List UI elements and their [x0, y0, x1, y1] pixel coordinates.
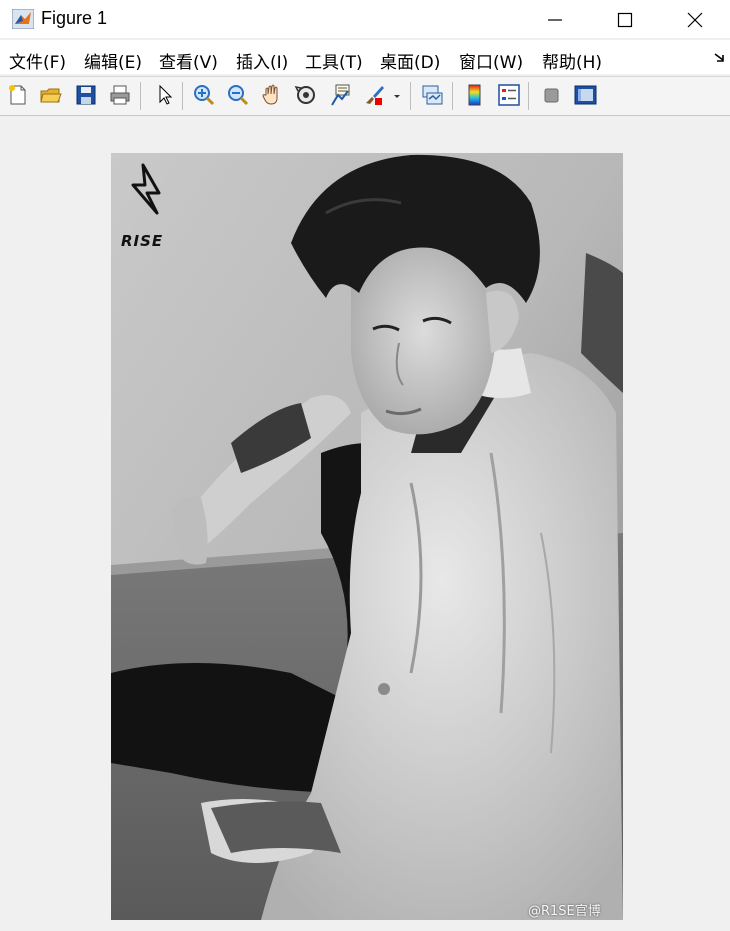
weibo-watermark: @R1SE官博 — [528, 904, 601, 919]
new-figure-button[interactable] — [4, 81, 32, 109]
select-pointer-button[interactable] — [150, 81, 178, 109]
link-plot-button[interactable] — [418, 81, 446, 109]
title-bar: Figure 1 — [0, 0, 730, 38]
menu-view[interactable]: 查看(V) — [159, 48, 218, 73]
new-figure-icon — [9, 85, 26, 105]
colorbar-icon — [468, 84, 481, 106]
matlab-logo-icon — [12, 9, 34, 29]
menu-insert[interactable]: 插入(I) — [236, 48, 288, 73]
link-plot-icon — [422, 85, 443, 105]
brush-icon — [366, 86, 384, 105]
open-file-icon — [40, 88, 62, 103]
dock-arrow-icon[interactable] — [714, 52, 726, 64]
pan-hand-icon — [262, 84, 278, 105]
figure-toolbar — [0, 76, 730, 116]
pan-button[interactable] — [258, 81, 286, 109]
close-button[interactable] — [661, 0, 730, 38]
minimize-icon — [548, 19, 562, 21]
colorbar-button[interactable] — [461, 81, 489, 109]
maximize-button[interactable] — [591, 0, 661, 38]
menu-file[interactable]: 文件(F) — [9, 48, 66, 73]
save-icon — [76, 85, 96, 105]
brush-button[interactable] — [360, 81, 388, 109]
maximize-icon — [617, 12, 633, 28]
rotate-3d-button[interactable] — [292, 81, 320, 109]
window-title: Figure 1 — [41, 8, 108, 28]
zoom-out-icon — [228, 85, 249, 106]
legend-icon — [498, 84, 520, 106]
menu-bar: 文件(F) 编辑(E) 查看(V) 插入(I) 工具(T) 桌面(D) 窗口(W… — [0, 40, 730, 74]
brush-dropdown-button[interactable] — [390, 81, 404, 109]
toolbar-separator — [528, 82, 529, 110]
grayscale-photo — [111, 153, 623, 920]
toolbar-separator — [452, 82, 453, 110]
hide-plot-tools-icon — [544, 88, 559, 103]
zoom-in-button[interactable] — [190, 81, 218, 109]
menu-tools[interactable]: 工具(T) — [305, 48, 363, 73]
logo-wordmark: RISE — [121, 232, 164, 250]
data-cursor-button[interactable] — [326, 81, 354, 109]
hide-plot-tools-button[interactable] — [537, 81, 565, 109]
menu-desktop[interactable]: 桌面(D) — [380, 48, 440, 73]
print-button[interactable] — [106, 81, 134, 109]
legend-button[interactable] — [495, 81, 523, 109]
toolbar-separator — [410, 82, 411, 110]
close-icon — [687, 12, 703, 28]
menu-edit[interactable]: 编辑(E) — [84, 48, 142, 73]
menu-help[interactable]: 帮助(H) — [542, 48, 602, 73]
zoom-out-button[interactable] — [224, 81, 252, 109]
open-file-button[interactable] — [37, 81, 65, 109]
toolbar-separator — [182, 82, 183, 110]
select-pointer-icon — [159, 84, 173, 105]
menu-window[interactable]: 窗口(W) — [459, 48, 523, 73]
print-icon — [110, 85, 130, 105]
show-plot-tools-button[interactable] — [571, 81, 599, 109]
chevron-down-icon — [394, 95, 400, 98]
save-button[interactable] — [72, 81, 100, 109]
data-cursor-icon — [331, 84, 350, 106]
show-plot-tools-icon — [574, 85, 597, 105]
minimize-button[interactable] — [521, 0, 591, 38]
zoom-in-icon — [194, 85, 215, 106]
rotate-3d-icon — [294, 85, 315, 104]
toolbar-separator — [140, 82, 141, 110]
